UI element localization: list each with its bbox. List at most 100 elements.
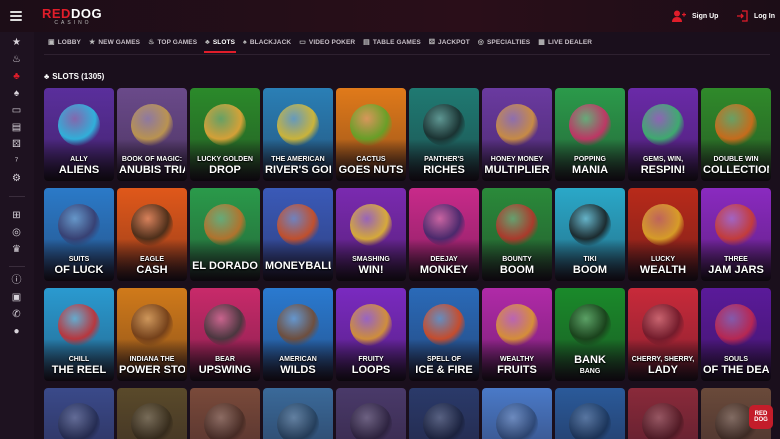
category-tabs: ▣ LOBBY ★ NEW GAMES ♨ TOP GAMES ♣ SLOTS ♠ BLACKJA… <box>44 33 596 53</box>
game-title-top: SPELL OF <box>426 356 462 363</box>
spade-icon[interactable]: ♠ <box>10 87 23 100</box>
tab-live-dealer[interactable]: ▦ LIVE DEALER <box>534 33 596 51</box>
game-character-image <box>423 403 465 439</box>
jackpot-icon[interactable]: ▤ <box>10 121 23 134</box>
lobby-icon: ▣ <box>48 39 55 46</box>
tab-lobby[interactable]: ▣ LOBBY <box>44 33 85 51</box>
game-title-top: ALLY <box>70 156 88 163</box>
game-tile[interactable]: PANTHER'S RICHES <box>409 88 479 181</box>
jackpot-icon: ⚄ <box>428 39 436 46</box>
tab-blackjack[interactable]: ♠ BLACKJACK <box>239 33 295 51</box>
game-tile[interactable]: EL DORADO <box>190 188 260 281</box>
live-dealer-icon[interactable]: ⚙ <box>10 172 23 185</box>
logo-red: RED <box>42 6 71 21</box>
signup-button[interactable]: Sign Up <box>672 10 718 22</box>
table-games-icon[interactable]: ⁷ <box>10 155 23 168</box>
game-title-main: THE REEL <box>51 365 107 376</box>
chat-launcher-button[interactable]: RED DOG <box>749 405 773 429</box>
game-tile[interactable]: WEALTHY FRUITS <box>482 288 552 381</box>
tab-label: LOBBY <box>57 38 81 46</box>
game-title-main: BOOM <box>499 265 535 276</box>
tab-specialties[interactable]: ◎ SPECIALTIES <box>474 33 534 51</box>
game-tile[interactable]: DEEJAY MONKEY <box>409 188 479 281</box>
game-tile[interactable]: HONEY MONEY MULTIPLIER <box>482 88 552 181</box>
game-tile[interactable] <box>117 388 187 439</box>
game-tile[interactable] <box>409 388 479 439</box>
game-tile[interactable] <box>555 388 625 439</box>
chat-icon[interactable]: ● <box>10 325 23 338</box>
game-tile[interactable]: BANK BANG <box>555 288 625 381</box>
logo-dog: DOG <box>70 6 103 21</box>
game-tile[interactable]: SPELL OF ICE & FIRE <box>409 288 479 381</box>
tab-label: BLACKJACK <box>249 38 292 46</box>
game-tile[interactable]: FRUITY LOOPS <box>336 288 406 381</box>
game-tile[interactable]: LUCKY WEALTH <box>628 188 698 281</box>
game-tile[interactable]: BOUNTY BOOM <box>482 188 552 281</box>
game-tile[interactable]: CHERRY, SHERRY, LADY <box>628 288 698 381</box>
tab-video-poker[interactable]: ▭ VIDEO POKER <box>295 33 359 51</box>
game-tile[interactable]: GEMS, WIN, RESPIN! <box>628 88 698 181</box>
game-tile[interactable]: EAGLE CASH <box>117 188 187 281</box>
login-button[interactable]: Log In <box>736 10 775 22</box>
game-tile[interactable]: INDIANA THE POWER STONE <box>117 288 187 381</box>
game-tile[interactable]: BOOK OF MAGIC: ANUBIS TRIAL <box>117 88 187 181</box>
game-title-main: ANUBIS TRIAL <box>119 165 185 176</box>
game-tile[interactable]: THREE JAM JARS <box>701 188 771 281</box>
slots-icon[interactable]: ♣ <box>10 70 23 83</box>
fab-line2: DOG <box>754 417 768 423</box>
brand-logo[interactable]: REDDOG CASINO <box>42 7 104 27</box>
game-title-main: EL DORADO <box>192 261 258 272</box>
game-tile[interactable] <box>628 388 698 439</box>
game-title-main: WILDS <box>280 365 316 376</box>
game-tile[interactable] <box>336 388 406 439</box>
game-title-main: COLLECTION <box>703 165 769 176</box>
game-tile[interactable]: THE AMERICAN RIVER'S GOLD <box>263 88 333 181</box>
tab-top-games[interactable]: ♨ TOP GAMES <box>144 33 201 51</box>
menu-icon[interactable] <box>10 9 22 23</box>
news-icon[interactable]: ▣ <box>10 291 23 304</box>
dice-icon[interactable]: ⚄ <box>10 138 23 151</box>
tab-slots[interactable]: ♣ SLOTS <box>201 33 239 53</box>
star-icon[interactable]: ★ <box>10 36 23 49</box>
game-title-top: BOUNTY <box>502 256 532 263</box>
info-icon[interactable]: ⓘ <box>10 274 23 287</box>
game-tile[interactable]: SMASHING WIN! <box>336 188 406 281</box>
game-tile[interactable]: DOUBLE WIN COLLECTION <box>701 88 771 181</box>
game-tile[interactable] <box>44 388 114 439</box>
login-label: Log In <box>754 12 775 20</box>
target-icon[interactable]: ◎ <box>10 226 23 239</box>
game-title-top: CACTUS <box>356 156 386 163</box>
video-poker-icon[interactable]: ▭ <box>10 104 23 117</box>
game-tile[interactable] <box>190 388 260 439</box>
phone-icon[interactable]: ✆ <box>10 308 23 321</box>
game-tile[interactable]: SUITS OF LUCK <box>44 188 114 281</box>
game-tile[interactable]: TIKI BOOM <box>555 188 625 281</box>
game-tile[interactable]: CACTUS GOES NUTS <box>336 88 406 181</box>
trophy-icon[interactable]: ♛ <box>10 243 23 256</box>
game-character-image <box>131 403 173 439</box>
game-title-top: THREE <box>724 256 748 263</box>
tab-new-games[interactable]: ★ NEW GAMES <box>85 33 144 51</box>
game-tile[interactable]: MONEYBALL <box>263 188 333 281</box>
game-tile[interactable]: AMERICAN WILDS <box>263 288 333 381</box>
game-tile[interactable]: ALLY ALIENS <box>44 88 114 181</box>
game-title-main: UPSWING <box>198 365 252 376</box>
flame-icon[interactable]: ♨ <box>10 53 23 66</box>
game-tile[interactable]: SOULS OF THE DEAD <box>701 288 771 381</box>
signup-label: Sign Up <box>692 12 719 20</box>
tab-label: JACKPOT <box>438 38 470 46</box>
game-title-top: CHERRY, SHERRY, <box>631 356 695 363</box>
tab-table-games[interactable]: ▤ TABLE GAMES <box>359 33 425 51</box>
game-tile[interactable] <box>482 388 552 439</box>
game-tile[interactable]: BEAR UPSWING <box>190 288 260 381</box>
game-title-top: GEMS, WIN, <box>642 156 684 163</box>
game-tile[interactable]: LUCKY GOLDEN DROP <box>190 88 260 181</box>
game-title-top: WEALTHY <box>499 356 535 363</box>
tab-label: SLOTS <box>212 38 236 46</box>
game-tile[interactable] <box>263 388 333 439</box>
game-tile[interactable]: CHILL THE REEL <box>44 288 114 381</box>
game-character-image <box>569 403 611 439</box>
tab-jackpot[interactable]: ⚄ JACKPOT <box>425 33 474 51</box>
gift-icon[interactable]: ⊞ <box>10 209 23 222</box>
game-tile[interactable]: POPPING MANIA <box>555 88 625 181</box>
